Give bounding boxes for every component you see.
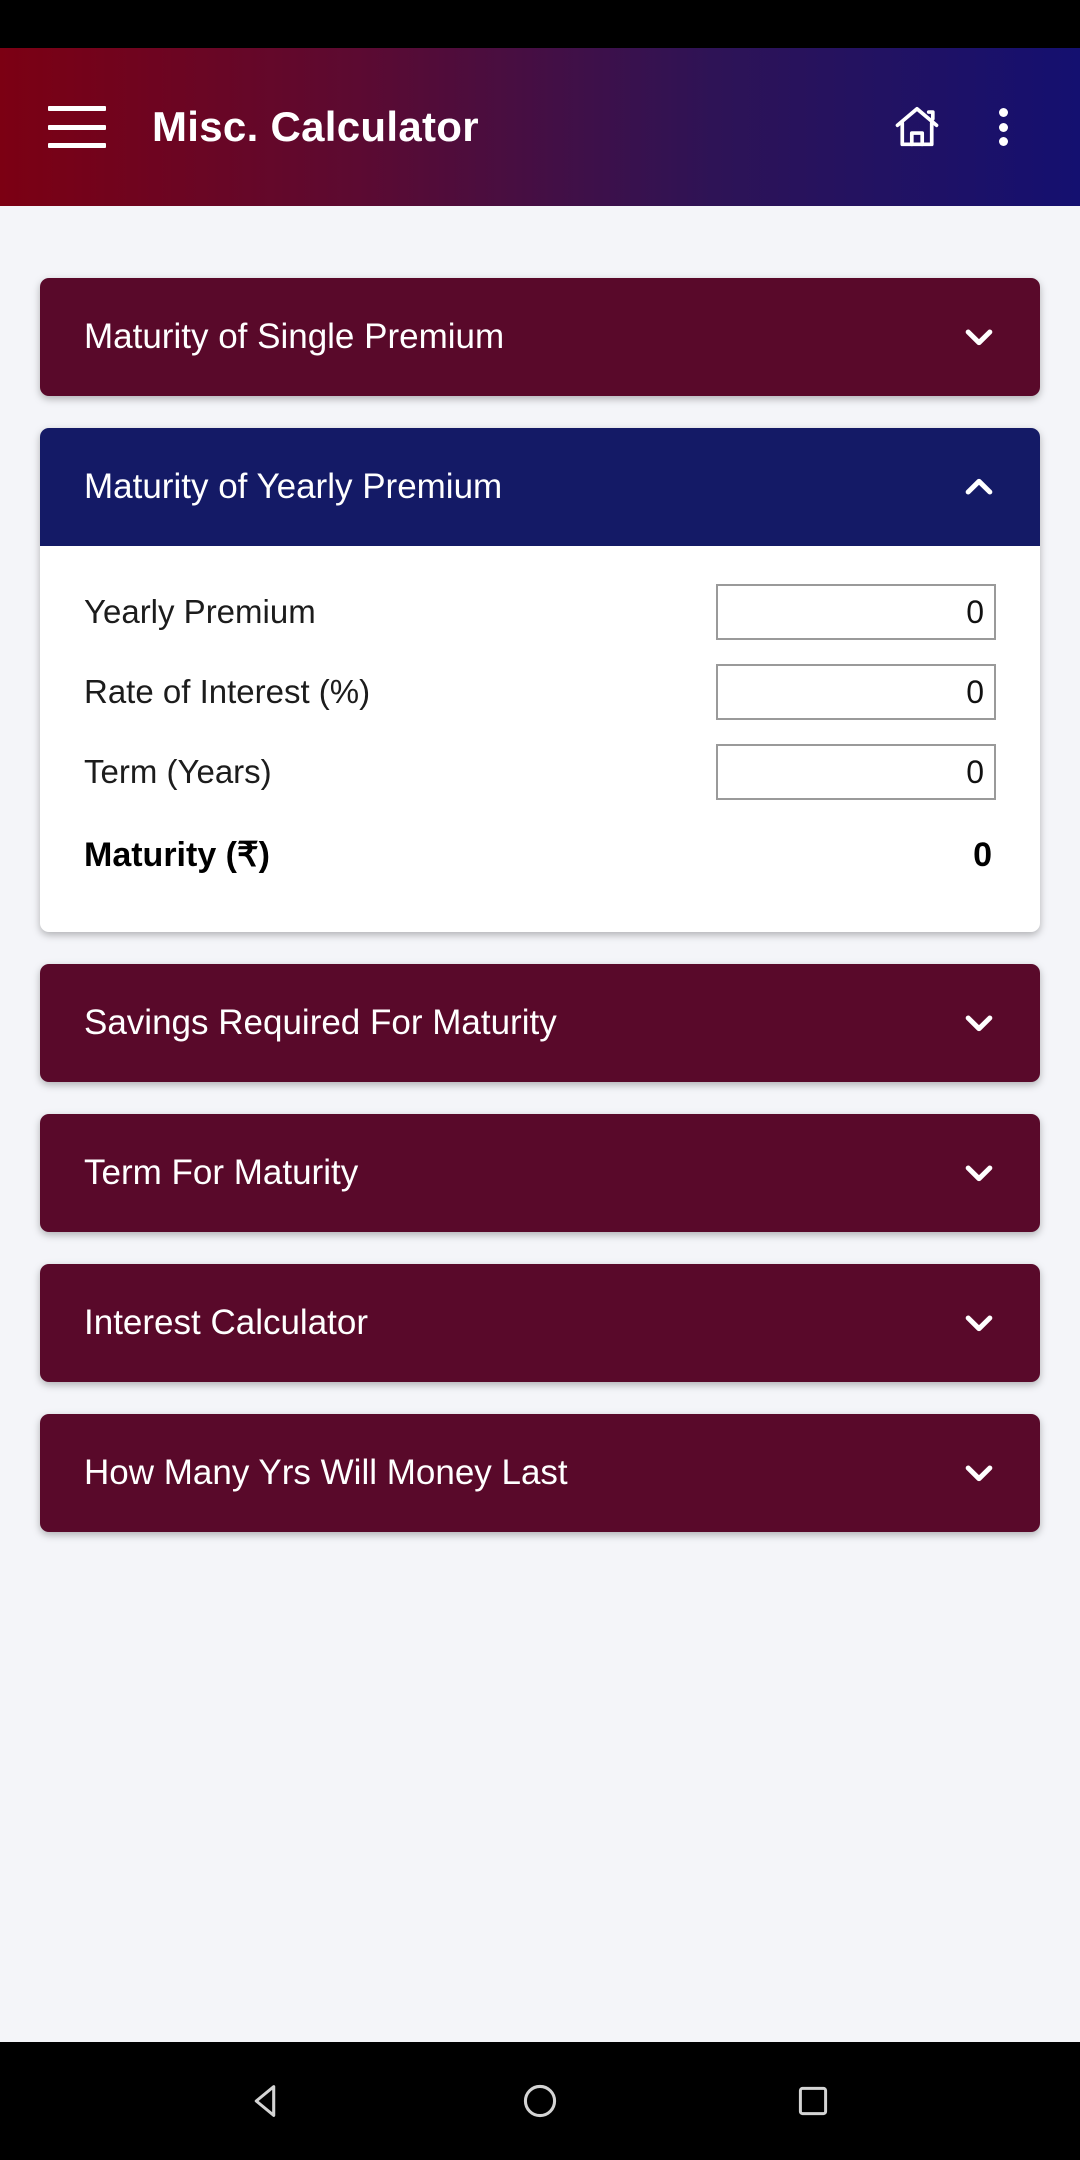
chevron-up-icon[interactable] — [956, 464, 1002, 510]
chevron-down-icon[interactable] — [956, 314, 1002, 360]
accordion-section-single-premium: Maturity of Single Premium — [40, 278, 1040, 396]
chevron-down-icon[interactable] — [956, 1300, 1002, 1346]
nav-back-button[interactable] — [207, 2056, 327, 2146]
accordion-title: Savings Required For Maturity — [84, 1003, 557, 1042]
accordion-header-savings-required[interactable]: Savings Required For Maturity — [40, 964, 1040, 1082]
accordion-section-interest-calculator: Interest Calculator — [40, 1264, 1040, 1382]
app-bar: Misc. Calculator — [0, 48, 1080, 206]
field-label: Term (Years) — [84, 753, 272, 790]
accordion-section-term-for-maturity: Term For Maturity — [40, 1114, 1040, 1232]
accordion-title: Maturity of Yearly Premium — [84, 467, 503, 506]
back-triangle-icon — [254, 2085, 275, 2117]
home-icon — [895, 106, 939, 147]
status-bar — [0, 0, 1080, 48]
chevron-down-icon[interactable] — [956, 1000, 1002, 1046]
overflow-menu-button[interactable] — [960, 84, 1046, 170]
hamburger-menu-icon[interactable] — [48, 106, 106, 148]
accordion-header-term-for-maturity[interactable]: Term For Maturity — [40, 1114, 1040, 1232]
nav-home-button[interactable] — [480, 2056, 600, 2146]
form-row-yearly-premium: Yearly Premium — [84, 572, 996, 652]
field-label: Rate of Interest (%) — [84, 673, 371, 710]
yearly-premium-input[interactable] — [716, 584, 996, 640]
form-row-maturity-result: Maturity (₹) 0 — [84, 812, 996, 898]
more-vertical-icon — [998, 108, 1008, 146]
field-label: Yearly Premium — [84, 593, 316, 630]
maturity-value: 0 — [973, 835, 992, 874]
accordion-title: How Many Yrs Will Money Last — [84, 1453, 568, 1492]
recents-square-icon — [799, 2086, 828, 2116]
maturity-label: Maturity (₹) — [84, 836, 270, 874]
form-row-rate-of-interest: Rate of Interest (%) — [84, 652, 996, 732]
home-button[interactable] — [874, 84, 960, 170]
home-circle-icon — [523, 2084, 557, 2118]
accordion-title: Interest Calculator — [84, 1303, 369, 1342]
accordion-header-yearly-premium[interactable]: Maturity of Yearly Premium — [40, 428, 1040, 546]
accordion-title: Maturity of Single Premium — [84, 317, 505, 356]
page-title: Misc. Calculator — [152, 103, 479, 150]
app-screen: Misc. Calculator Maturity of Single Prem… — [0, 0, 1080, 2160]
accordion-header-interest-calculator[interactable]: Interest Calculator — [40, 1264, 1040, 1382]
accordion-title: Term For Maturity — [84, 1153, 359, 1192]
android-navigation-bar — [0, 2042, 1080, 2160]
chevron-down-icon[interactable] — [956, 1150, 1002, 1196]
accordion-section-yearly-premium: Maturity of Yearly Premium Yearly Premiu… — [40, 428, 1040, 932]
accordion-section-savings-required: Savings Required For Maturity — [40, 964, 1040, 1082]
accordion-list: Maturity of Single Premium Maturity of Y… — [0, 206, 1080, 2042]
rate-of-interest-input[interactable] — [716, 664, 996, 720]
accordion-body-yearly-premium: Yearly Premium Rate of Interest (%) Term… — [40, 546, 1040, 932]
accordion-section-money-last: How Many Yrs Will Money Last — [40, 1414, 1040, 1532]
nav-recents-button[interactable] — [753, 2056, 873, 2146]
term-years-input[interactable] — [716, 744, 996, 800]
chevron-down-icon[interactable] — [956, 1450, 1002, 1496]
form-row-term-years: Term (Years) — [84, 732, 996, 812]
accordion-header-money-last[interactable]: How Many Yrs Will Money Last — [40, 1414, 1040, 1532]
accordion-header-single-premium[interactable]: Maturity of Single Premium — [40, 278, 1040, 396]
